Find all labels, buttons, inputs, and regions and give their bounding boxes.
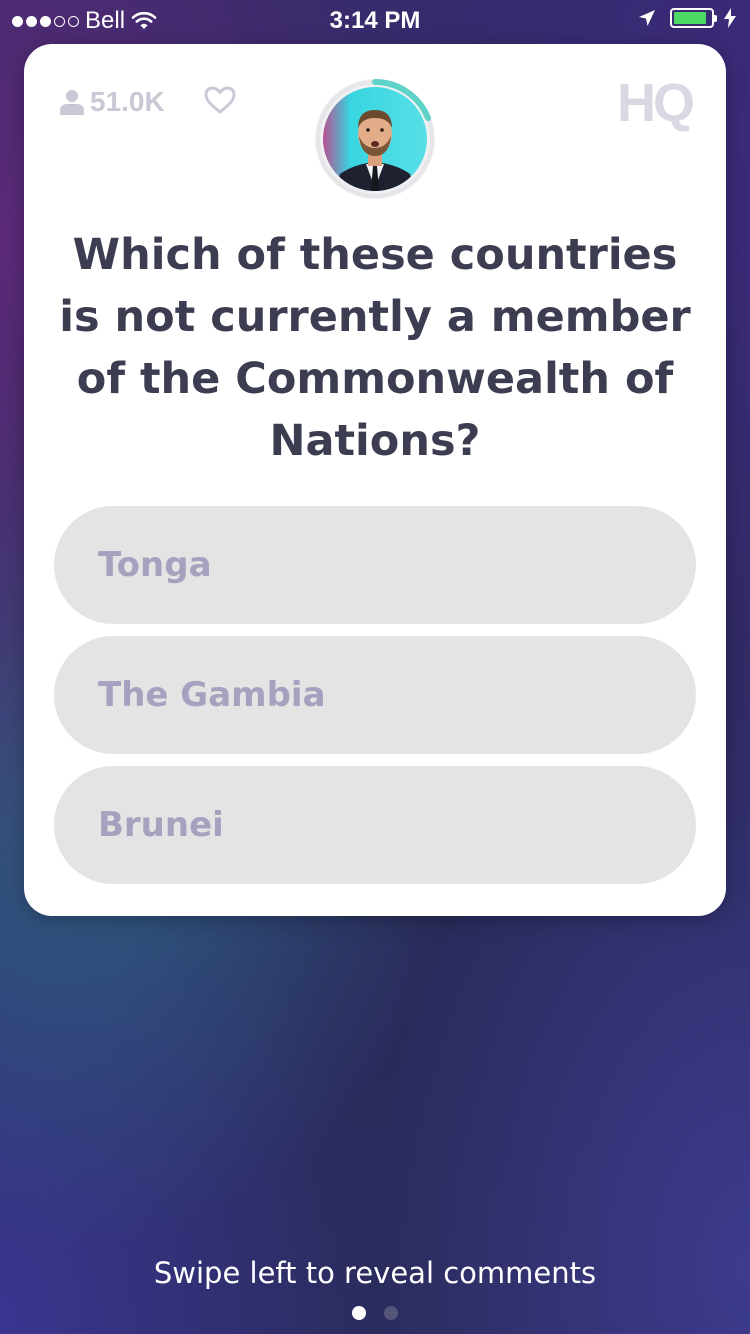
answer-list: Tonga The Gambia Brunei xyxy=(54,506,696,896)
host-avatar xyxy=(314,78,436,200)
swipe-hint: Swipe left to reveal comments xyxy=(153,1256,597,1290)
answer-option-3[interactable]: Brunei xyxy=(54,766,696,884)
page-dot-2[interactable] xyxy=(384,1306,398,1320)
answer-option-1[interactable]: Tonga xyxy=(54,506,696,624)
page-dot-1[interactable] xyxy=(352,1306,366,1320)
viewer-count-label: 51.0K xyxy=(90,86,165,117)
battery-fill xyxy=(674,12,707,24)
viewer-count: 51.0K xyxy=(60,86,165,118)
status-bar: Bell 3:14 PM xyxy=(0,0,750,40)
heart-icon[interactable] xyxy=(204,86,236,114)
charging-bolt-icon xyxy=(724,8,736,28)
host-video-thumbnail xyxy=(315,79,435,199)
page-indicator[interactable] xyxy=(0,1306,750,1320)
battery-icon xyxy=(670,8,717,28)
answer-option-2[interactable]: The Gambia xyxy=(54,636,696,754)
question-text: Which of these countries is not currentl… xyxy=(59,230,691,466)
status-right xyxy=(638,8,736,28)
hq-logo: HQ xyxy=(617,73,695,133)
person-icon xyxy=(60,90,84,115)
location-arrow-icon xyxy=(639,10,655,26)
question-card: 51.0K HQ Which of these countries is not… xyxy=(24,44,726,916)
